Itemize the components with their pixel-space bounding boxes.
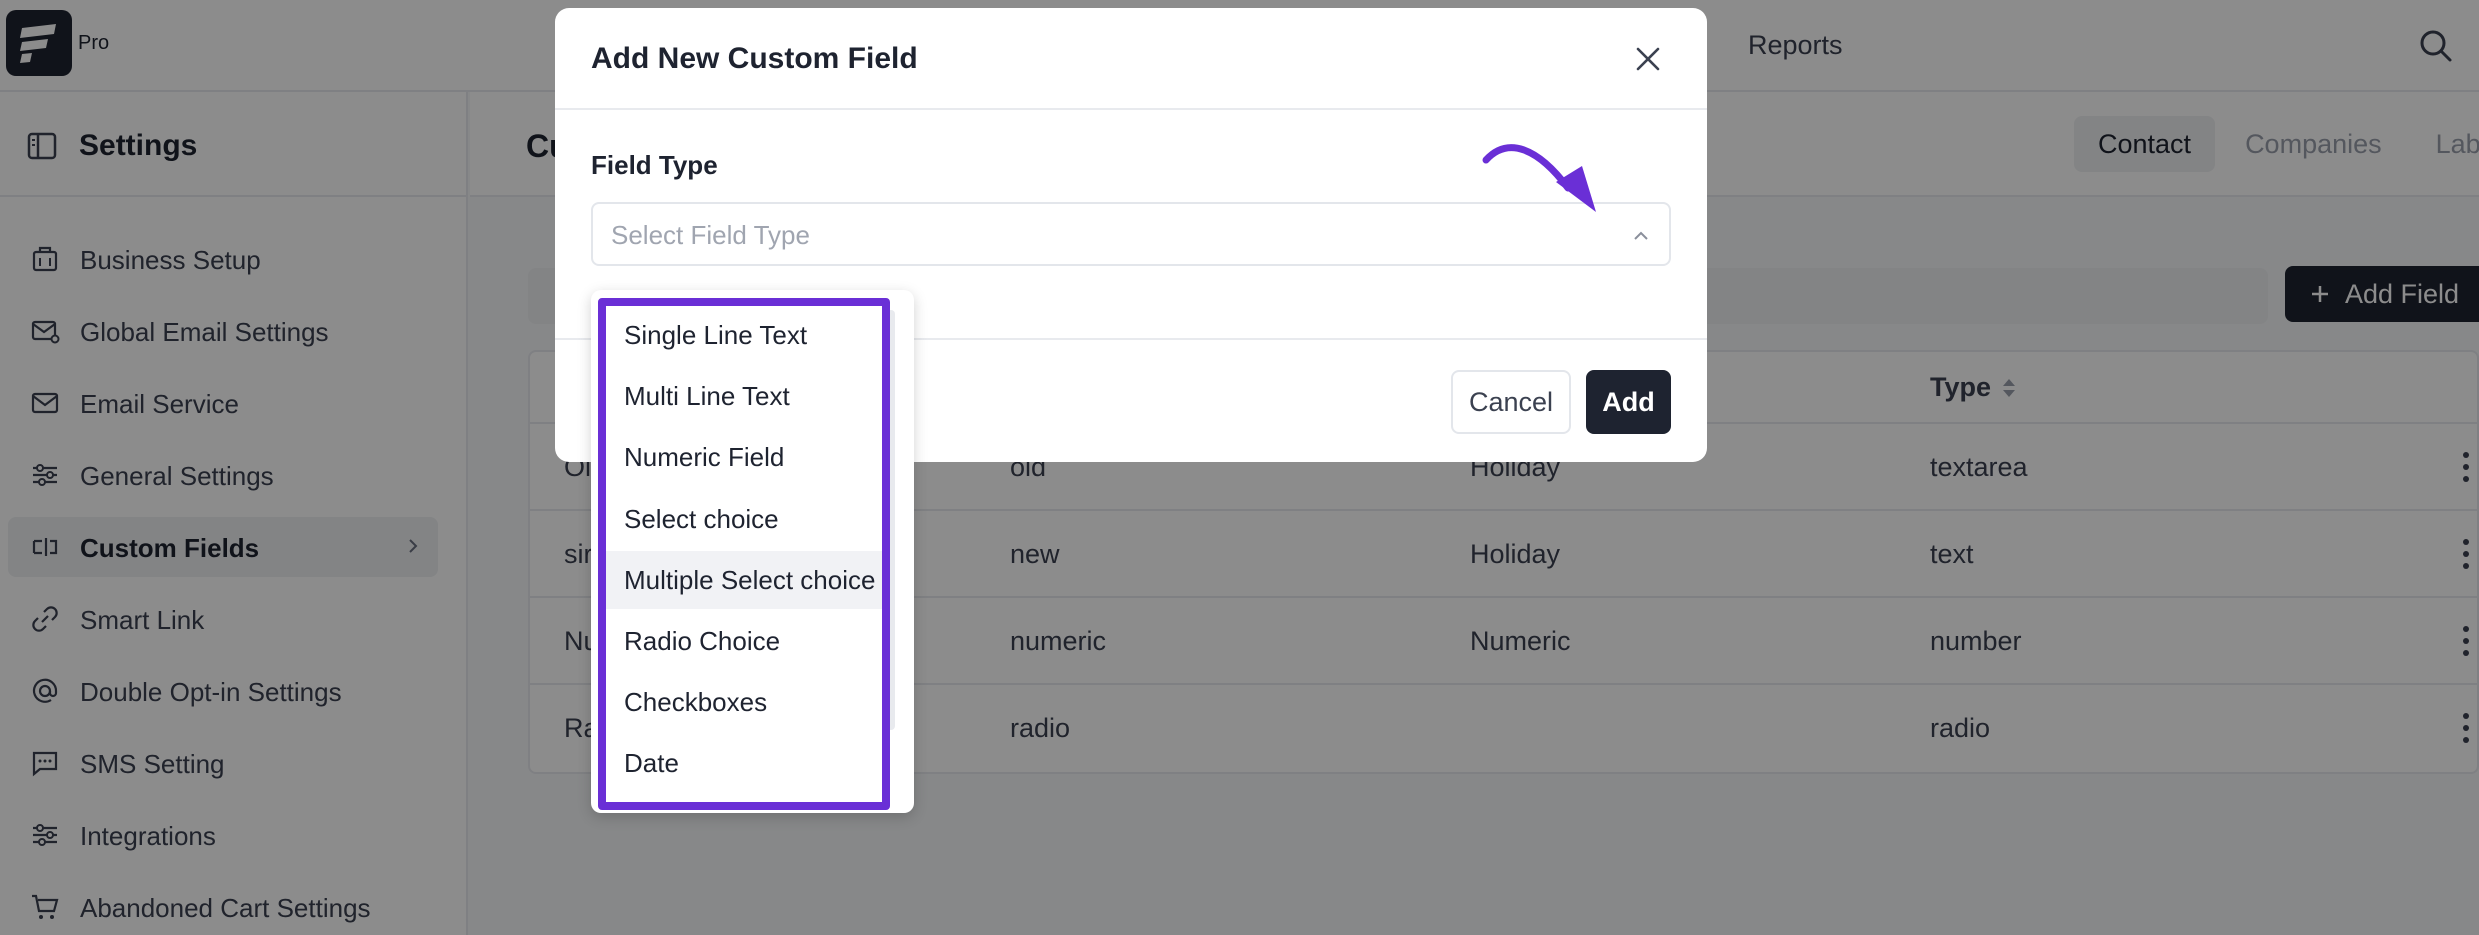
option-radio-choice[interactable]: Radio Choice	[599, 612, 889, 670]
modal-header: Add New Custom Field	[555, 8, 1707, 110]
option-select-choice[interactable]: Select choice	[599, 490, 889, 548]
option-multiple-select-choice[interactable]: Multiple Select choice	[599, 551, 889, 609]
field-type-label: Field Type	[591, 150, 718, 180]
chevron-up-icon	[1634, 231, 1648, 240]
field-type-dropdown: Single Line Text Multi Line Text Numeric…	[591, 290, 914, 813]
cancel-button[interactable]: Cancel	[1451, 370, 1571, 434]
option-checkboxes[interactable]: Checkboxes	[599, 673, 889, 731]
option-date[interactable]: Date	[599, 734, 889, 792]
modal-title: Add New Custom Field	[591, 42, 918, 75]
select-placeholder: Select Field Type	[611, 220, 810, 250]
option-multi-line-text[interactable]: Multi Line Text	[599, 367, 889, 425]
option-numeric-field[interactable]: Numeric Field	[599, 428, 889, 486]
option-single-line-text[interactable]: Single Line Text	[599, 306, 889, 364]
annotation-arrow-icon	[1482, 144, 1596, 212]
add-button[interactable]: Add	[1586, 370, 1671, 434]
close-icon[interactable]	[1633, 44, 1663, 74]
